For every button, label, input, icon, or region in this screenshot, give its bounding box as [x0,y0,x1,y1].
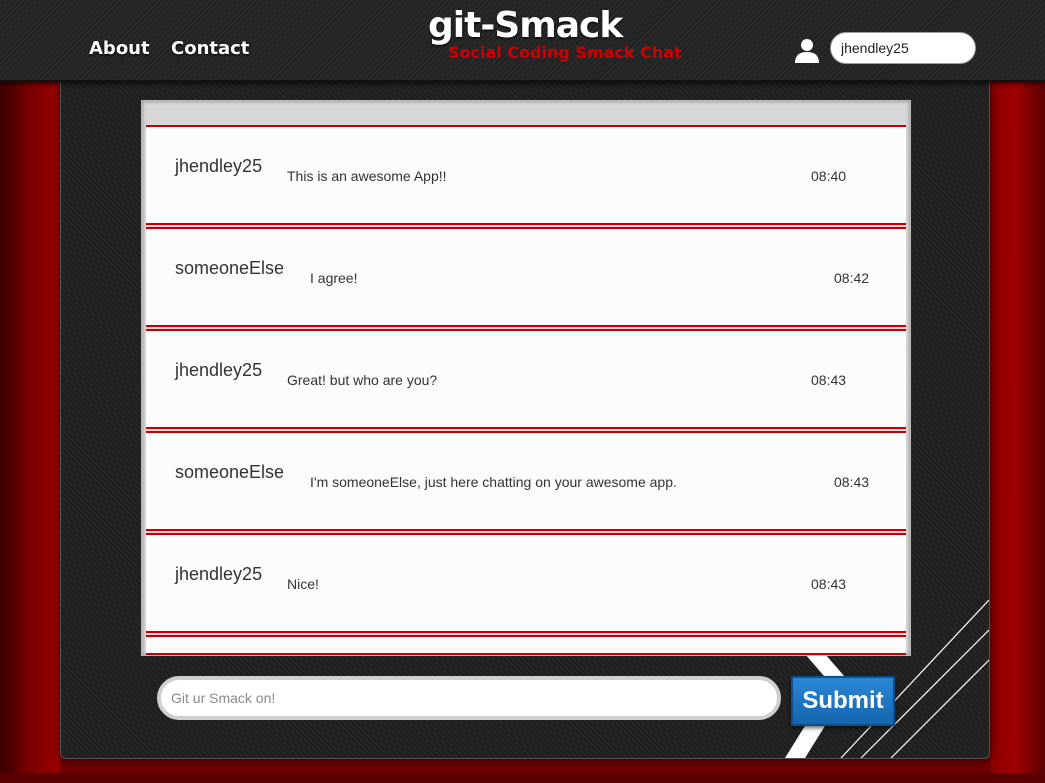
user-icon [795,39,819,63]
message-username: jhendley25 [175,564,263,584]
message-item: someoneElse I agree! 08:42 [146,227,906,327]
chat-panel: jhendley25 This is an awesome App!! 08:4… [60,80,990,759]
message-item: jhendley25 Great! but who are you? 08:43 [146,329,906,429]
username-field[interactable] [830,32,976,64]
nav-contact-link[interactable]: Contact [171,38,249,59]
nav-about-link[interactable]: About [89,38,150,59]
message-username: jhendley25 [175,360,263,380]
message-list: jhendley25 This is an awesome App!! 08:4… [142,125,910,655]
message-item-partial [146,635,906,655]
footer-strip [0,773,1045,783]
brand-title[interactable]: git-Smack [428,8,623,44]
message-text: This is an awesome App!! [287,168,447,184]
message-username: jhendley25 [175,156,263,176]
message-time: 08:42 [834,270,870,286]
message-text: I agree! [310,270,358,286]
message-username: someoneElse [175,258,285,278]
smack-input[interactable] [157,676,781,720]
top-navbar: About Contact git-Smack Social Coding Sm… [0,0,1045,82]
chat-log[interactable]: jhendley25 This is an awesome App!! 08:4… [141,100,911,656]
brand-tagline: Social Coding Smack Chat [448,43,682,62]
message-username: someoneElse [175,462,285,482]
message-item: someoneElse I'm someoneElse, just here c… [146,431,906,531]
message-time: 08:43 [811,372,847,388]
message-text: Nice! [287,576,319,592]
submit-button[interactable]: Submit [791,676,895,726]
message-item: jhendley25 Nice! 08:43 [146,533,906,633]
message-time: 08:43 [834,474,870,490]
message-time: 08:40 [811,168,847,184]
message-text: Great! but who are you? [287,372,438,388]
message-time: 08:43 [811,576,847,592]
message-item: jhendley25 This is an awesome App!! 08:4… [146,125,906,225]
message-text: I'm someoneElse, just here chatting on y… [310,474,677,490]
